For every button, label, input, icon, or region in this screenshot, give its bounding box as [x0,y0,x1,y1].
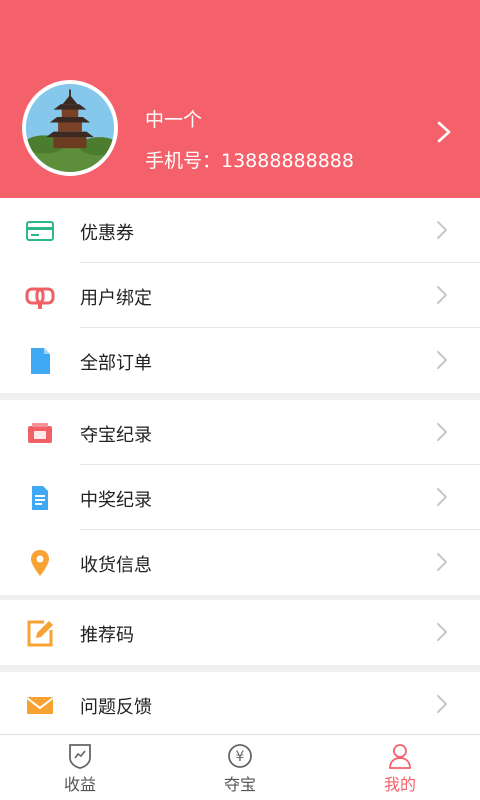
yen-coin-icon: ¥ [228,744,252,768]
menu-item-treasure-records[interactable]: 夺宝纪录 [0,400,480,465]
tab-label: 夺宝 [223,775,256,794]
menu-item-label: 用户绑定 [80,288,152,309]
menu-item-label: 问题反馈 [80,697,152,718]
menu-item-shipping-info[interactable]: 收货信息 [0,530,480,595]
tab-label: 我的 [383,775,416,794]
link-bind-icon [25,287,55,309]
tab-treasure[interactable]: ¥ 夺宝 [160,735,320,800]
menu-item-label: 夺宝纪录 [80,425,152,446]
tab-label: 收益 [63,775,96,794]
menu-item-referral-code[interactable]: 推荐码 [0,600,480,665]
bottom-tab-bar: 收益 ¥ 夺宝 我的 [0,734,480,800]
menu-item-label: 收货信息 [80,555,152,576]
chevron-right-icon [437,286,447,304]
menu-item-label: 全部订单 [80,353,152,374]
chevron-right-icon [437,423,447,441]
profile-page: 中一个 手机号：13888888888 优惠券 用户绑定 全部订单 夺宝纪录 中… [0,0,480,800]
menu-group-feedback: 问题反馈 [0,672,480,737]
coupon-card-icon [26,221,54,241]
user-icon [389,744,411,769]
chevron-right-icon [437,695,447,713]
document-icon [31,348,50,374]
file-list-icon [32,486,48,510]
menu-item-label: 推荐码 [80,625,134,646]
menu-group-treasure: 夺宝纪录 中奖纪录 收货信息 [0,400,480,595]
menu-item-user-binding[interactable]: 用户绑定 [0,263,480,328]
chevron-right-icon[interactable] [432,118,456,146]
menu-item-label: 优惠券 [80,223,134,244]
treasure-card-icon [28,423,52,443]
menu-item-label: 中奖纪录 [80,490,152,511]
menu-item-all-orders[interactable]: 全部订单 [0,328,480,393]
menu-item-coupons[interactable]: 优惠券 [0,198,480,263]
earnings-shield-icon [69,744,91,769]
chevron-right-icon [437,553,447,571]
mail-icon [26,697,54,714]
edit-icon [27,620,53,647]
chevron-right-icon [437,351,447,369]
profile-header[interactable]: 中一个 手机号：13888888888 [0,0,480,198]
coin-symbol: ¥ [236,749,245,765]
chevron-right-icon [437,488,447,506]
menu-item-feedback[interactable]: 问题反馈 [0,672,480,737]
user-name: 中一个 [145,109,203,131]
menu-item-winning-records[interactable]: 中奖纪录 [0,465,480,530]
chevron-right-icon [437,623,447,641]
menu-group-referral: 推荐码 [0,600,480,665]
tab-mine[interactable]: 我的 [320,735,480,800]
avatar-pagoda-image [26,84,114,172]
location-pin-icon [31,550,49,576]
avatar[interactable] [22,80,118,176]
menu-group-account: 优惠券 用户绑定 全部订单 [0,198,480,393]
user-phone: 手机号：13888888888 [145,150,354,172]
chevron-right-icon [437,221,447,239]
tab-earnings[interactable]: 收益 [0,735,160,800]
